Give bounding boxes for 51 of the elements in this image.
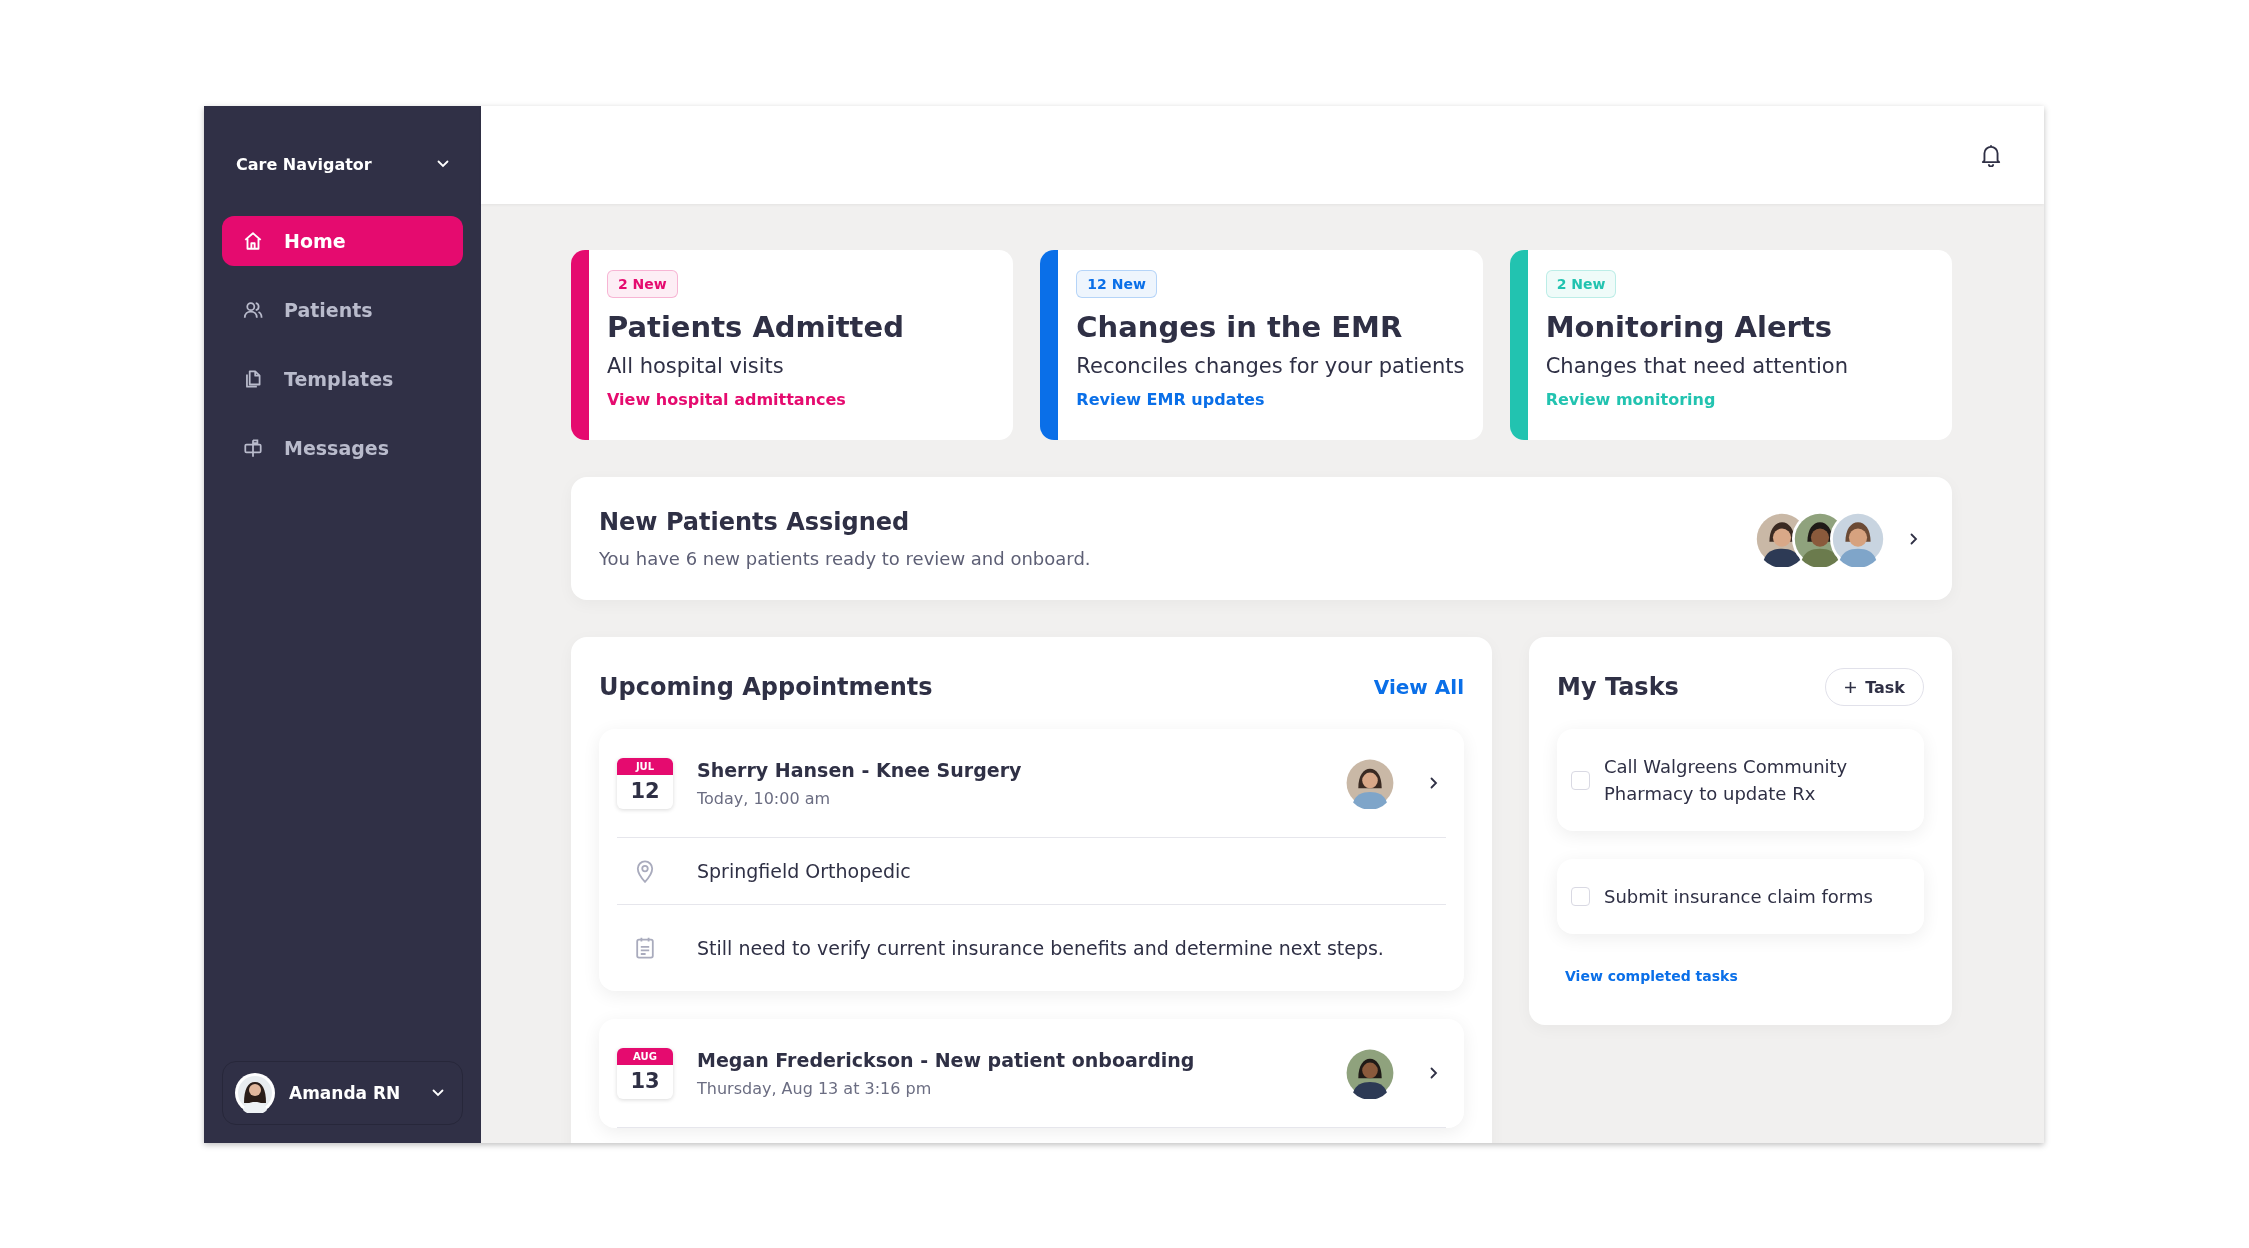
add-task-button[interactable]: Task [1825, 668, 1924, 706]
notification-bell-icon[interactable] [1980, 143, 2002, 167]
chevron-down-icon [432, 1089, 444, 1097]
chevron-right-icon [1430, 1067, 1438, 1079]
task-checkbox[interactable] [1571, 770, 1590, 790]
section-title: Upcoming Appointments [599, 673, 933, 701]
card-link[interactable]: View hospital admittances [607, 390, 846, 409]
card-subtitle: Reconciles changes for your patients [1076, 354, 1465, 378]
people-icon [242, 299, 264, 321]
plus-icon [1844, 680, 1858, 694]
section-title: My Tasks [1557, 673, 1679, 701]
task-checkbox[interactable] [1571, 887, 1590, 906]
appointment-detail: Springfield Orthopedic [697, 860, 911, 882]
calendar-date-badge: JUL 12 [617, 757, 673, 809]
appointment-detail: Still need to verify current insurance benefits and determine next steps. [697, 937, 1384, 959]
clipboard-icon [635, 936, 655, 960]
nav-item[interactable]: Messages [222, 423, 463, 473]
view-completed-link[interactable]: View completed tasks [1565, 968, 1738, 984]
chevron-right-icon [1430, 777, 1438, 789]
workspace-selector[interactable]: Care Navigator [236, 140, 449, 188]
location-pin-icon [635, 859, 655, 883]
appointment-card[interactable]: JUL 12 Sherry Hansen - Knee Surgery Today, 10:00 am Springfield Orthopedic Still need to verify current insurance benefits and determine next steps. [599, 729, 1464, 991]
new-count-badge: 2 New [607, 270, 678, 298]
card-subtitle: All hospital visits [607, 354, 784, 378]
card-subtitle: Changes that need attention [1545, 354, 1848, 378]
section-title: New Patients Assigned [599, 508, 911, 536]
section-description: You have 6 new patients ready to review and onboard. [599, 548, 1092, 569]
calendar-date-badge: AUG 13 [617, 1047, 673, 1099]
new-patients-card[interactable]: New Patients Assigned You have 6 new patients ready to review and onboard. [571, 477, 1952, 600]
appointment-card[interactable]: AUG 13 Megan Frederickson - New patient onboarding Thursday, Aug 13 at 3:16 pm [599, 1019, 1464, 1128]
nav-item[interactable]: Templates [222, 354, 463, 404]
chevron-right-icon [1910, 532, 1918, 545]
task-text: Submit insurance claim forms [1604, 885, 1873, 909]
card-title: Patients Admitted [607, 310, 904, 344]
view-all-link[interactable]: View All [1373, 675, 1464, 699]
user-menu[interactable]: Amanda RN [222, 1061, 463, 1125]
task-text: Call Walgreens Community Pharmacy to update Rx [1604, 755, 1849, 806]
nav-item[interactable]: Home [222, 216, 463, 266]
home-icon [242, 230, 264, 252]
appointment-title: Megan Frederickson - New patient onboarding [697, 1048, 1196, 1071]
new-count-badge: 2 New [1545, 270, 1617, 298]
new-count-badge: 12 New [1076, 270, 1157, 298]
appointment-title: Sherry Hansen - Knee Surgery [697, 758, 1023, 781]
nav-item[interactable]: Patients [222, 285, 463, 335]
chevron-down-icon [437, 160, 449, 168]
appointment-time: Thursday, Aug 13 at 3:16 pm [697, 1078, 933, 1098]
appointment-time: Today, 10:00 am [697, 788, 832, 808]
card-title: Monitoring Alerts [1545, 310, 1833, 344]
card-title: Changes in the EMR [1076, 310, 1403, 344]
card-link[interactable]: Review EMR updates [1076, 390, 1265, 409]
mailbox-icon [242, 437, 264, 459]
